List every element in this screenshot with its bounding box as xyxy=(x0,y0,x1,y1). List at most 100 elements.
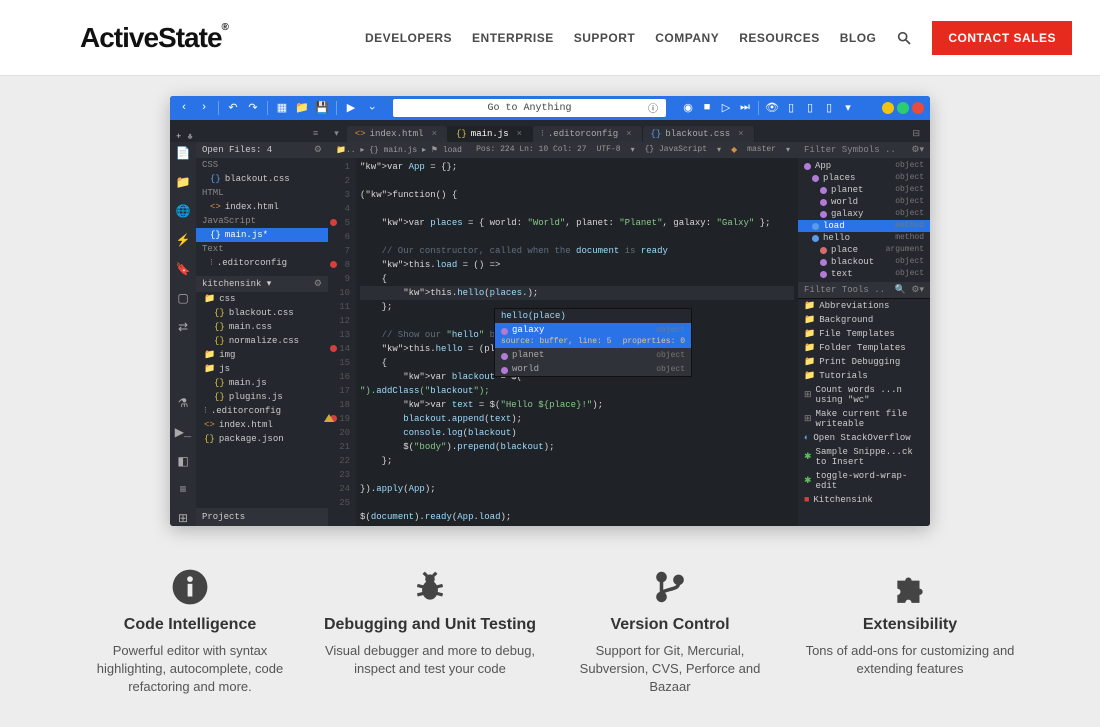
layout2-icon[interactable]: ▯ xyxy=(802,100,818,116)
nav-blog[interactable]: BLOG xyxy=(840,31,877,45)
tree-item[interactable]: {}plugins.js xyxy=(196,390,328,404)
tool-item[interactable]: ⊞Make current file writeable xyxy=(798,407,930,431)
symbol-item[interactable]: worldobject xyxy=(798,196,930,208)
tool-item[interactable]: ◐Open StackOverflow xyxy=(798,431,930,445)
sidebar-item[interactable]: {}blackout.css xyxy=(196,172,328,186)
list-icon[interactable]: ≡ xyxy=(179,483,186,497)
beaker-icon[interactable]: ⚗ xyxy=(178,396,189,411)
new-file-icon[interactable]: ▦ xyxy=(274,100,290,116)
share-icon[interactable]: ⇄ xyxy=(178,320,188,335)
tab-main-js[interactable]: {}main.js× xyxy=(448,126,533,142)
contact-sales-button[interactable]: CONTACT SALES xyxy=(932,21,1072,55)
git-branch[interactable]: master xyxy=(747,145,776,155)
play-icon[interactable]: ▶ xyxy=(343,100,359,116)
tree-item[interactable]: {}main.js xyxy=(196,376,328,390)
search-icon[interactable]: 🔍 xyxy=(895,285,906,295)
tree-item[interactable]: ⁝.editorconfig xyxy=(196,404,328,418)
tree-item[interactable]: {}blackout.css xyxy=(196,306,328,320)
info-icon[interactable]: ⓘ xyxy=(648,100,658,116)
tool-folder[interactable]: 📁Abbreviations xyxy=(798,299,930,313)
autocomplete-item[interactable]: worldobject xyxy=(495,362,691,376)
redo-icon[interactable]: ↷ xyxy=(245,100,261,116)
tab-index-html[interactable]: <>index.html× xyxy=(347,126,448,142)
globe-icon[interactable]: 🌐 xyxy=(176,204,191,219)
encoding[interactable]: UTF-8 xyxy=(597,145,621,155)
add-tab-icon[interactable]: + xyxy=(176,132,181,142)
eye-icon[interactable]: 👁 xyxy=(764,100,780,116)
nav-enterprise[interactable]: ENTERPRISE xyxy=(472,31,554,45)
terminal-icon[interactable]: ▶_ xyxy=(175,425,191,440)
tree-item[interactable]: {}package.json xyxy=(196,432,328,446)
bookmark-icon[interactable]: 🔖 xyxy=(176,262,191,277)
undo-icon[interactable]: ↶ xyxy=(225,100,241,116)
symbol-item[interactable]: galaxyobject xyxy=(798,208,930,220)
symbol-item[interactable]: hellomethod xyxy=(798,232,930,244)
gear-icon[interactable]: ⚙▾ xyxy=(911,285,924,295)
symbol-item[interactable]: textobject xyxy=(798,268,930,280)
symbol-item[interactable]: Appobject xyxy=(798,160,930,172)
gear-icon[interactable]: ⚙▾ xyxy=(911,145,924,155)
tool-folder[interactable]: 📁Background xyxy=(798,313,930,327)
folder-icon[interactable]: 📁 xyxy=(176,175,191,190)
sidebar-item[interactable]: <>index.html xyxy=(196,200,328,214)
nav-company[interactable]: COMPANY xyxy=(655,31,719,45)
tab-more-icon[interactable]: ♣ xyxy=(187,132,192,142)
project-header[interactable]: kitchensink ▾⚙ xyxy=(196,276,328,292)
layout3-icon[interactable]: ▯ xyxy=(821,100,837,116)
layout1-icon[interactable]: ▯ xyxy=(783,100,799,116)
box-icon[interactable]: ▢ xyxy=(177,291,188,306)
language-mode[interactable]: {} JavaScript xyxy=(645,145,707,155)
gear-icon[interactable]: ⚙ xyxy=(314,279,322,289)
tab-editorconfig[interactable]: ⁝.editorconfig× xyxy=(533,126,643,142)
split-icon[interactable]: ⊟ xyxy=(902,126,930,142)
sidebar-item-selected[interactable]: {}main.js* xyxy=(196,228,328,242)
sidebar-item[interactable]: ⁝.editorconfig xyxy=(196,256,328,270)
more-icon[interactable]: › xyxy=(363,100,379,116)
close-icon[interactable]: × xyxy=(432,129,437,139)
tool-folder[interactable]: 📁File Templates xyxy=(798,327,930,341)
forward-icon[interactable]: › xyxy=(196,100,212,116)
tab-blackout-css[interactable]: {}blackout.css× xyxy=(643,126,755,142)
close-icon[interactable]: × xyxy=(738,129,743,139)
symbol-item[interactable]: planetobject xyxy=(798,184,930,196)
tool-item[interactable]: ⊞Count words ...n using "wc" xyxy=(798,383,930,407)
autocomplete-item[interactable]: galaxyobject xyxy=(495,323,691,337)
tab-list-icon[interactable]: ▾ xyxy=(326,126,347,142)
skip-icon[interactable]: ⏭ xyxy=(737,100,753,116)
close-icon[interactable]: × xyxy=(517,129,522,139)
projects-footer[interactable]: Projects xyxy=(196,508,328,526)
nav-developers[interactable]: DEVELOPERS xyxy=(365,31,452,45)
files-icon[interactable]: 📄 xyxy=(176,146,191,161)
autocomplete-item[interactable]: planetobject xyxy=(495,348,691,362)
settings-icon[interactable]: ⊞ xyxy=(178,511,188,526)
tool-folder[interactable]: 📁Folder Templates xyxy=(798,341,930,355)
tree-item[interactable]: {}normalize.css xyxy=(196,334,328,348)
gutter[interactable]: 1234567891011121314151617181920212223242… xyxy=(328,158,356,526)
tree-item[interactable]: <>index.html xyxy=(196,418,328,432)
tree-item[interactable]: {}main.css xyxy=(196,320,328,334)
symbol-item[interactable]: placeargument xyxy=(798,244,930,256)
close-icon[interactable]: × xyxy=(626,129,631,139)
filter-tools-input[interactable]: Filter Tools ..🔍 ⚙▾ xyxy=(798,282,930,298)
tab-menu-icon[interactable]: ≡ xyxy=(305,126,326,142)
nav-support[interactable]: SUPPORT xyxy=(574,31,636,45)
search-icon[interactable] xyxy=(896,30,912,46)
goto-anything-input[interactable]: Go to Anything ⓘ xyxy=(393,99,666,117)
tool-item[interactable]: ■Kitchensink xyxy=(798,493,930,507)
nav-resources[interactable]: RESOURCES xyxy=(739,31,820,45)
logo[interactable]: ActiveState® xyxy=(80,22,228,54)
open-icon[interactable]: 📁 xyxy=(294,100,310,116)
filter-symbols-input[interactable]: Filter Symbols ..⚙▾ xyxy=(798,142,930,158)
back-icon[interactable]: ‹ xyxy=(176,100,192,116)
tool-folder[interactable]: 📁Tutorials xyxy=(798,369,930,383)
dropdown-icon[interactable]: ▾ xyxy=(840,100,856,116)
save-icon[interactable]: 💾 xyxy=(314,100,330,116)
tool-folder[interactable]: 📁Print Debugging xyxy=(798,355,930,369)
close-icon[interactable] xyxy=(912,102,924,114)
maximize-icon[interactable] xyxy=(897,102,909,114)
breadcrumb[interactable]: 📁.. ▸ {} main.js ▸ ⚑ load xyxy=(336,145,462,155)
play2-icon[interactable]: ▷ xyxy=(718,100,734,116)
symbol-item[interactable]: placesobject xyxy=(798,172,930,184)
tree-item[interactable]: 📁css xyxy=(196,292,328,306)
gear-icon[interactable]: ⚙ xyxy=(314,145,322,155)
